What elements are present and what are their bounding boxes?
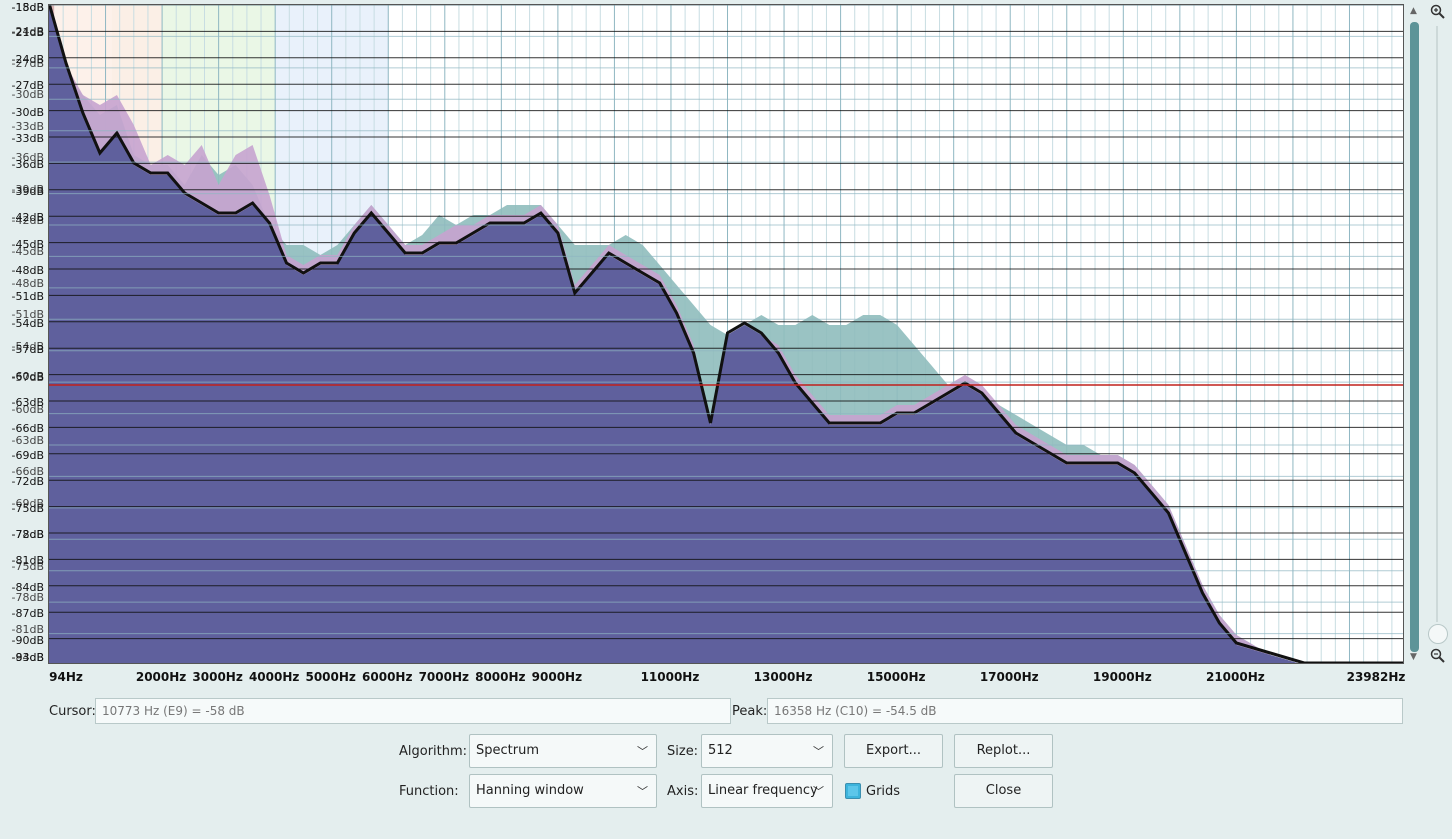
close-button[interactable]: Close xyxy=(954,774,1053,808)
y-tick-label: -57dB xyxy=(11,343,45,357)
algorithm-value: Spectrum xyxy=(476,743,539,758)
x-tick-label: 3000Hz xyxy=(192,670,243,684)
y-tick-label: -48dB xyxy=(11,276,45,290)
y-tick-label: -39dB xyxy=(11,184,45,198)
y-tick-label: -78dB xyxy=(11,528,45,541)
function-value: Hanning window xyxy=(476,783,584,798)
x-tick-label: 19000Hz xyxy=(1092,670,1152,684)
y-tick-label: -42dB xyxy=(11,211,45,225)
scroll-thumb[interactable] xyxy=(1410,22,1419,652)
y-tick-label: -87dB xyxy=(11,607,45,621)
function-select[interactable]: Hanning window ﹀ xyxy=(469,774,657,808)
x-tick-label: 8000Hz xyxy=(475,670,526,684)
x-tick-label: 4000Hz xyxy=(248,670,300,684)
vertical-scrollbar[interactable]: ▲ ▼ xyxy=(1408,4,1452,664)
size-select[interactable]: 512 ﹀ xyxy=(701,734,833,768)
y-tick-label: -48dB xyxy=(11,264,45,277)
zoom-slider-thumb[interactable] xyxy=(1428,624,1448,644)
x-tick-label: 9000Hz xyxy=(531,670,583,684)
x-tick-label: 21000Hz xyxy=(1205,670,1265,684)
spectrum-svg xyxy=(49,5,1403,663)
y-tick-label: -45dB xyxy=(11,237,45,251)
x-tick-label: 13000Hz xyxy=(753,670,813,684)
peak-readout: 16358 Hz (C10) = -54.5 dB xyxy=(767,698,1403,724)
y-tick-label: -63dB xyxy=(11,396,45,409)
chevron-down-icon: ﹀ xyxy=(813,785,824,798)
y-tick-label: -72dB xyxy=(11,475,45,489)
y-tick-label: -33dB xyxy=(11,119,45,133)
axis-label: Axis: xyxy=(667,784,699,799)
export-button[interactable]: Export... xyxy=(844,734,943,768)
y-tick-label: -21dB xyxy=(11,26,45,40)
x-tick-label: 17000Hz xyxy=(979,670,1039,684)
y-tick-label: -33dB xyxy=(11,132,45,145)
grids-checkbox[interactable] xyxy=(845,783,861,799)
chevron-down-icon: ﹀ xyxy=(637,785,648,798)
function-label: Function: xyxy=(399,784,459,799)
x-tick-label: 94Hz xyxy=(49,670,83,684)
grids-label[interactable]: Grids xyxy=(866,784,900,799)
y-tick-label: -54dB xyxy=(11,316,45,330)
zoom-out-icon[interactable] xyxy=(1430,648,1446,664)
chevron-down-icon: ﹀ xyxy=(637,745,648,758)
y-tick-label: -75dB xyxy=(11,501,45,515)
size-label: Size: xyxy=(667,744,699,759)
x-tick-label: 5000Hz xyxy=(305,670,356,684)
x-tick-label: 2000Hz xyxy=(135,670,187,684)
cursor-label: Cursor: xyxy=(49,704,96,719)
y-tick-label: -84dB xyxy=(11,580,45,594)
spectrum-plot[interactable] xyxy=(48,4,1404,664)
y-tick-label: -36dB xyxy=(11,158,45,172)
x-tick-label: 11000Hz xyxy=(640,670,700,684)
y-tick-label: -66dB xyxy=(11,422,45,436)
zoom-in-icon[interactable] xyxy=(1430,4,1446,20)
algorithm-label: Algorithm: xyxy=(399,744,468,759)
y-tick-label: -51dB xyxy=(11,290,45,304)
peak-label: Peak: xyxy=(732,704,768,719)
y-tick-label: -78dB xyxy=(11,591,45,605)
y-tick-label: -63dB xyxy=(11,434,45,447)
zoom-slider-track[interactable] xyxy=(1436,26,1438,622)
axis-value: Linear frequency xyxy=(708,783,818,798)
y-tick-label: -24dB xyxy=(11,52,45,66)
algorithm-select[interactable]: Spectrum ﹀ xyxy=(469,734,657,768)
chevron-down-icon: ﹀ xyxy=(813,745,824,758)
scroll-up-icon[interactable]: ▲ xyxy=(1410,6,1417,16)
replot-button[interactable]: Replot... xyxy=(954,734,1053,768)
x-tick-label: 7000Hz xyxy=(418,670,469,684)
y-tick-label: -30dB xyxy=(11,105,45,119)
y-tick-label: -60dB xyxy=(11,369,45,383)
y-tick-label: -90dB xyxy=(11,633,45,647)
size-value: 512 xyxy=(708,743,733,758)
y-tick-label: -69dB xyxy=(11,448,45,462)
x-tick-label: 6000Hz xyxy=(362,670,413,684)
y-tick-label: -27dB xyxy=(11,79,45,93)
axis-select[interactable]: Linear frequency ﹀ xyxy=(701,774,833,808)
scroll-down-icon[interactable]: ▼ xyxy=(1410,652,1417,662)
y-tick-label: -81dB xyxy=(11,554,45,568)
cursor-readout: 10773 Hz (E9) = -58 dB xyxy=(95,698,731,724)
y-tick-label: -18dB xyxy=(11,1,45,14)
x-tick-label: 23982Hz xyxy=(1346,670,1406,684)
x-tick-label: 15000Hz xyxy=(866,670,926,684)
y-tick-label: -93dB xyxy=(11,651,45,664)
